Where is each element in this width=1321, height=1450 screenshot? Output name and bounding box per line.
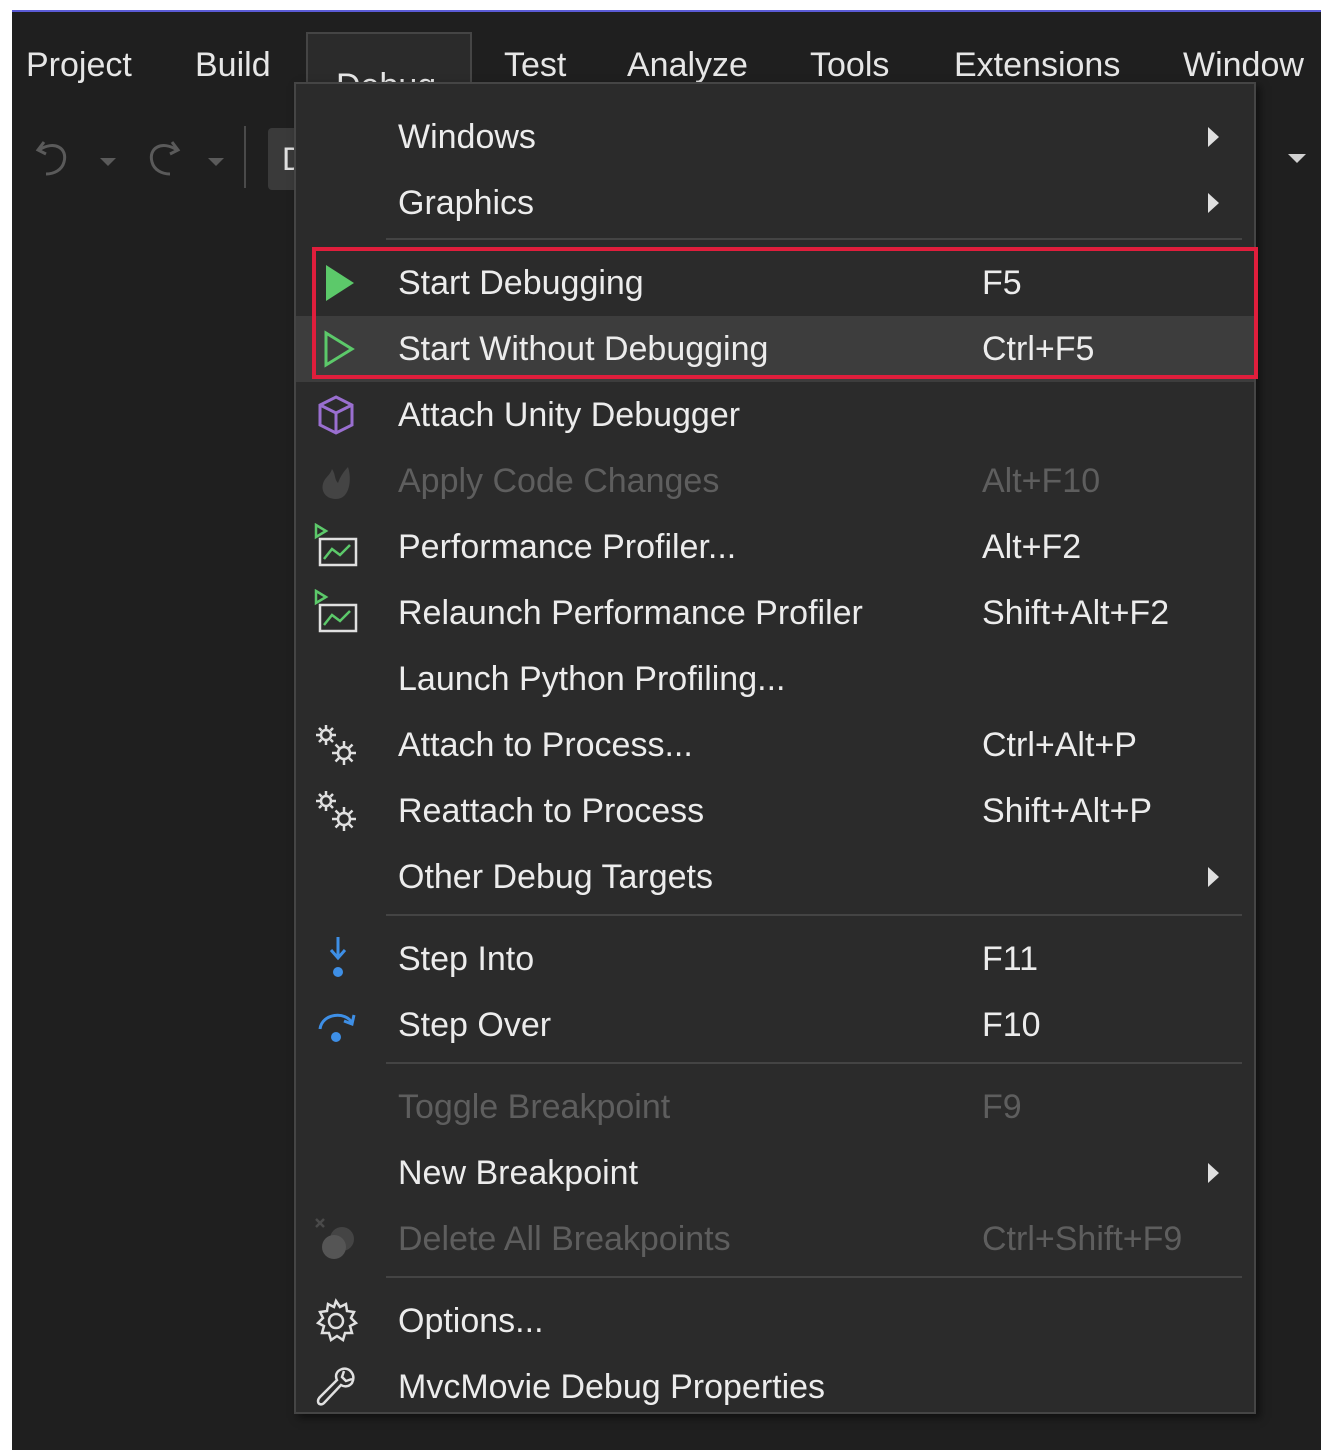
gears-icon (316, 791, 356, 831)
gears-icon (316, 725, 356, 765)
profiler-icon (314, 589, 358, 633)
menu-separator (386, 238, 1242, 240)
menu-item-other-debug-targets[interactable]: Other Debug Targets (296, 844, 1254, 910)
step-into-icon (329, 937, 347, 977)
step-over-icon (318, 1013, 356, 1042)
menu-item-relaunch-performance-profiler[interactable]: Relaunch Performance Profiler Shift+Alt+… (296, 580, 1254, 646)
menu-item-start-debugging[interactable]: Start Debugging F5 (296, 250, 1254, 316)
unity-cube-icon (318, 395, 354, 435)
play-filled-icon (326, 265, 354, 301)
debug-menu-dropdown: Windows Graphics Start Debugging F5 Star… (294, 82, 1256, 1414)
menu-item-toggle-breakpoint[interactable]: Toggle Breakpoint F9 (296, 1074, 1254, 1140)
submenu-arrow-icon (1208, 1163, 1219, 1183)
menu-item-options[interactable]: Options... (296, 1288, 1254, 1354)
menu-item-graphics[interactable]: Graphics (296, 170, 1254, 236)
gear-icon (315, 1298, 359, 1342)
submenu-arrow-icon (1208, 867, 1219, 887)
menu-build[interactable]: Build (195, 12, 271, 94)
menu-item-step-over[interactable]: Step Over F10 (296, 992, 1254, 1058)
menu-item-launch-python-profiling[interactable]: Launch Python Profiling... (296, 646, 1254, 712)
menu-item-new-breakpoint[interactable]: New Breakpoint (296, 1140, 1254, 1206)
menu-separator (386, 1062, 1242, 1064)
redo-icon[interactable] (142, 134, 182, 178)
menu-item-attach-unity-debugger[interactable]: Attach Unity Debugger (296, 382, 1254, 448)
profiler-icon (314, 523, 358, 567)
menu-item-step-into[interactable]: Step Into F11 (296, 926, 1254, 992)
menu-item-reattach-to-process[interactable]: Reattach to Process Shift+Alt+P (296, 778, 1254, 844)
submenu-arrow-icon (1208, 127, 1219, 147)
menu-item-attach-to-process[interactable]: Attach to Process... Ctrl+Alt+P (296, 712, 1254, 778)
chevron-down-icon[interactable] (1288, 154, 1306, 163)
toolbar-separator (244, 126, 246, 188)
delete-breakpoints-icon (315, 1218, 354, 1259)
menu-item-start-without-debugging[interactable]: Start Without Debugging Ctrl+F5 (296, 316, 1254, 382)
menu-separator (386, 914, 1242, 916)
redo-dropdown-icon[interactable] (208, 158, 224, 166)
menu-item-debug-properties[interactable]: MvcMovie Debug Properties (296, 1354, 1254, 1420)
wrench-icon (316, 1367, 355, 1406)
menu-item-windows[interactable]: Windows (296, 104, 1254, 170)
undo-dropdown-icon[interactable] (100, 158, 116, 166)
play-outline-icon (324, 330, 355, 368)
submenu-arrow-icon (1208, 193, 1219, 213)
menu-item-apply-code-changes[interactable]: Apply Code Changes Alt+F10 (296, 448, 1254, 514)
menu-item-delete-all-breakpoints[interactable]: Delete All Breakpoints Ctrl+Shift+F9 (296, 1206, 1254, 1272)
menu-item-performance-profiler[interactable]: Performance Profiler... Alt+F2 (296, 514, 1254, 580)
undo-icon[interactable] (34, 134, 74, 178)
menu-separator (386, 1276, 1242, 1278)
flame-icon (322, 467, 350, 499)
menu-project[interactable]: Project (26, 12, 132, 94)
